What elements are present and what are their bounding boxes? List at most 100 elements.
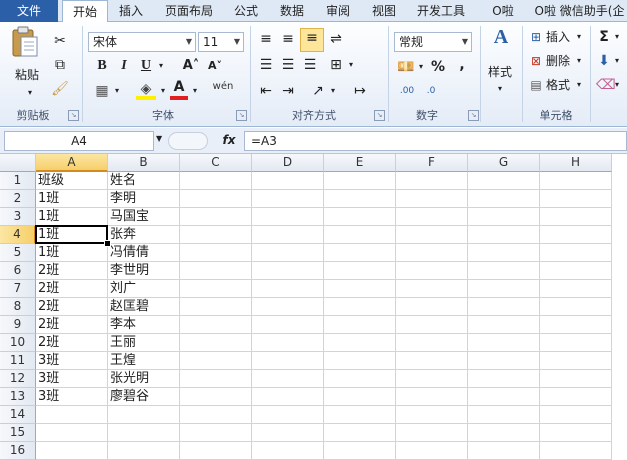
font-launcher-icon[interactable]: ↘: [236, 110, 247, 121]
cell[interactable]: [540, 316, 612, 334]
row-header[interactable]: 10: [0, 334, 36, 352]
cell[interactable]: 马国宝: [108, 208, 180, 226]
cell[interactable]: [324, 424, 396, 442]
cell[interactable]: [396, 370, 468, 388]
cell[interactable]: [324, 388, 396, 406]
cell[interactable]: [180, 244, 252, 262]
cell[interactable]: [252, 190, 324, 208]
cell[interactable]: 姓名: [108, 172, 180, 190]
align-bottom-icon[interactable]: ≡: [300, 28, 324, 52]
autosum-dropdown-icon[interactable]: ▾: [612, 28, 622, 46]
insert-dropdown-icon[interactable]: ▾: [574, 28, 584, 46]
cell[interactable]: [180, 442, 252, 460]
currency-icon[interactable]: 💴: [396, 58, 416, 76]
cell[interactable]: [396, 316, 468, 334]
cell[interactable]: [252, 298, 324, 316]
cell[interactable]: 王丽: [108, 334, 180, 352]
column-header-a[interactable]: A: [36, 154, 108, 172]
insert-cells-icon[interactable]: ⊞: [528, 28, 544, 46]
align-top-icon[interactable]: ≡: [256, 30, 276, 48]
row-header[interactable]: 7: [0, 280, 36, 298]
cell[interactable]: [324, 190, 396, 208]
cell[interactable]: [108, 442, 180, 460]
cell[interactable]: [540, 298, 612, 316]
cell[interactable]: [180, 280, 252, 298]
cell[interactable]: [540, 442, 612, 460]
cell[interactable]: [180, 406, 252, 424]
cell[interactable]: [324, 280, 396, 298]
cell[interactable]: [252, 172, 324, 190]
cell[interactable]: [540, 334, 612, 352]
cell[interactable]: 张光明: [108, 370, 180, 388]
orientation-dropdown-icon[interactable]: ▾: [328, 82, 338, 100]
cell[interactable]: [468, 208, 540, 226]
name-box[interactable]: A4: [4, 131, 154, 151]
cell[interactable]: [396, 298, 468, 316]
cell[interactable]: 1班: [36, 208, 108, 226]
merge-dropdown-icon[interactable]: ▾: [346, 56, 356, 74]
tab-home[interactable]: 开始: [62, 0, 108, 24]
cell[interactable]: [252, 208, 324, 226]
cell[interactable]: [252, 226, 324, 244]
cell[interactable]: [468, 190, 540, 208]
border-icon[interactable]: ▦: [92, 82, 112, 100]
wrap-text-icon[interactable]: ⇌: [326, 30, 346, 48]
cell[interactable]: [468, 316, 540, 334]
tab-formulas[interactable]: 公式: [228, 0, 264, 22]
delete-cells-icon[interactable]: ⊠: [528, 52, 544, 70]
cell[interactable]: 2班: [36, 316, 108, 334]
fill-color-dropdown-icon[interactable]: ▾: [158, 82, 168, 100]
tab-data[interactable]: 数据: [274, 0, 310, 22]
tab-review[interactable]: 审阅: [320, 0, 356, 22]
cell[interactable]: 张奔: [108, 226, 180, 244]
tab-insert[interactable]: 插入: [112, 0, 150, 22]
font-name-select[interactable]: 宋体 ▼: [88, 32, 196, 52]
cell[interactable]: 3班: [36, 370, 108, 388]
row-header[interactable]: 15: [0, 424, 36, 442]
cell[interactable]: 2班: [36, 280, 108, 298]
cell[interactable]: [180, 424, 252, 442]
cell[interactable]: [324, 370, 396, 388]
cell[interactable]: [180, 388, 252, 406]
cell[interactable]: [324, 226, 396, 244]
row-header[interactable]: 5: [0, 244, 36, 262]
row-header[interactable]: 9: [0, 316, 36, 334]
comma-style-button[interactable]: ,: [454, 56, 470, 74]
insert-function-button[interactable]: fx: [218, 131, 240, 151]
cell[interactable]: [468, 226, 540, 244]
cell[interactable]: [36, 406, 108, 424]
cell[interactable]: [468, 298, 540, 316]
column-header-g[interactable]: G: [468, 154, 540, 172]
cell[interactable]: [180, 190, 252, 208]
grow-font-button[interactable]: A˄: [180, 57, 202, 75]
cell[interactable]: 李明: [108, 190, 180, 208]
cell[interactable]: [180, 316, 252, 334]
cell[interactable]: [180, 172, 252, 190]
autosum-button[interactable]: Σ: [596, 28, 612, 46]
column-header-f[interactable]: F: [396, 154, 468, 172]
tab-page-layout[interactable]: 页面布局: [158, 0, 220, 22]
cell[interactable]: 1班: [36, 244, 108, 262]
cell[interactable]: [324, 316, 396, 334]
select-all-corner[interactable]: [0, 154, 36, 172]
cell[interactable]: [540, 388, 612, 406]
active-cell[interactable]: [35, 225, 108, 244]
cell[interactable]: [396, 334, 468, 352]
column-header-e[interactable]: E: [324, 154, 396, 172]
cell[interactable]: [180, 262, 252, 280]
cell[interactable]: [324, 172, 396, 190]
cell[interactable]: [252, 316, 324, 334]
clipboard-launcher-icon[interactable]: ↘: [68, 110, 79, 121]
row-header[interactable]: 1: [0, 172, 36, 190]
cell[interactable]: [468, 280, 540, 298]
row-header[interactable]: 4: [0, 226, 36, 244]
cell[interactable]: [180, 334, 252, 352]
cell[interactable]: [180, 352, 252, 370]
cell[interactable]: 赵匡碧: [108, 298, 180, 316]
cell[interactable]: 2班: [36, 262, 108, 280]
font-color-dropdown-icon[interactable]: ▾: [190, 82, 200, 100]
alignment-launcher-icon[interactable]: ↘: [374, 110, 385, 121]
bold-button[interactable]: B: [94, 57, 110, 75]
shrink-font-button[interactable]: A˅: [204, 57, 226, 75]
tab-ola-wechat[interactable]: O啦 微信助手(企: [532, 0, 627, 22]
